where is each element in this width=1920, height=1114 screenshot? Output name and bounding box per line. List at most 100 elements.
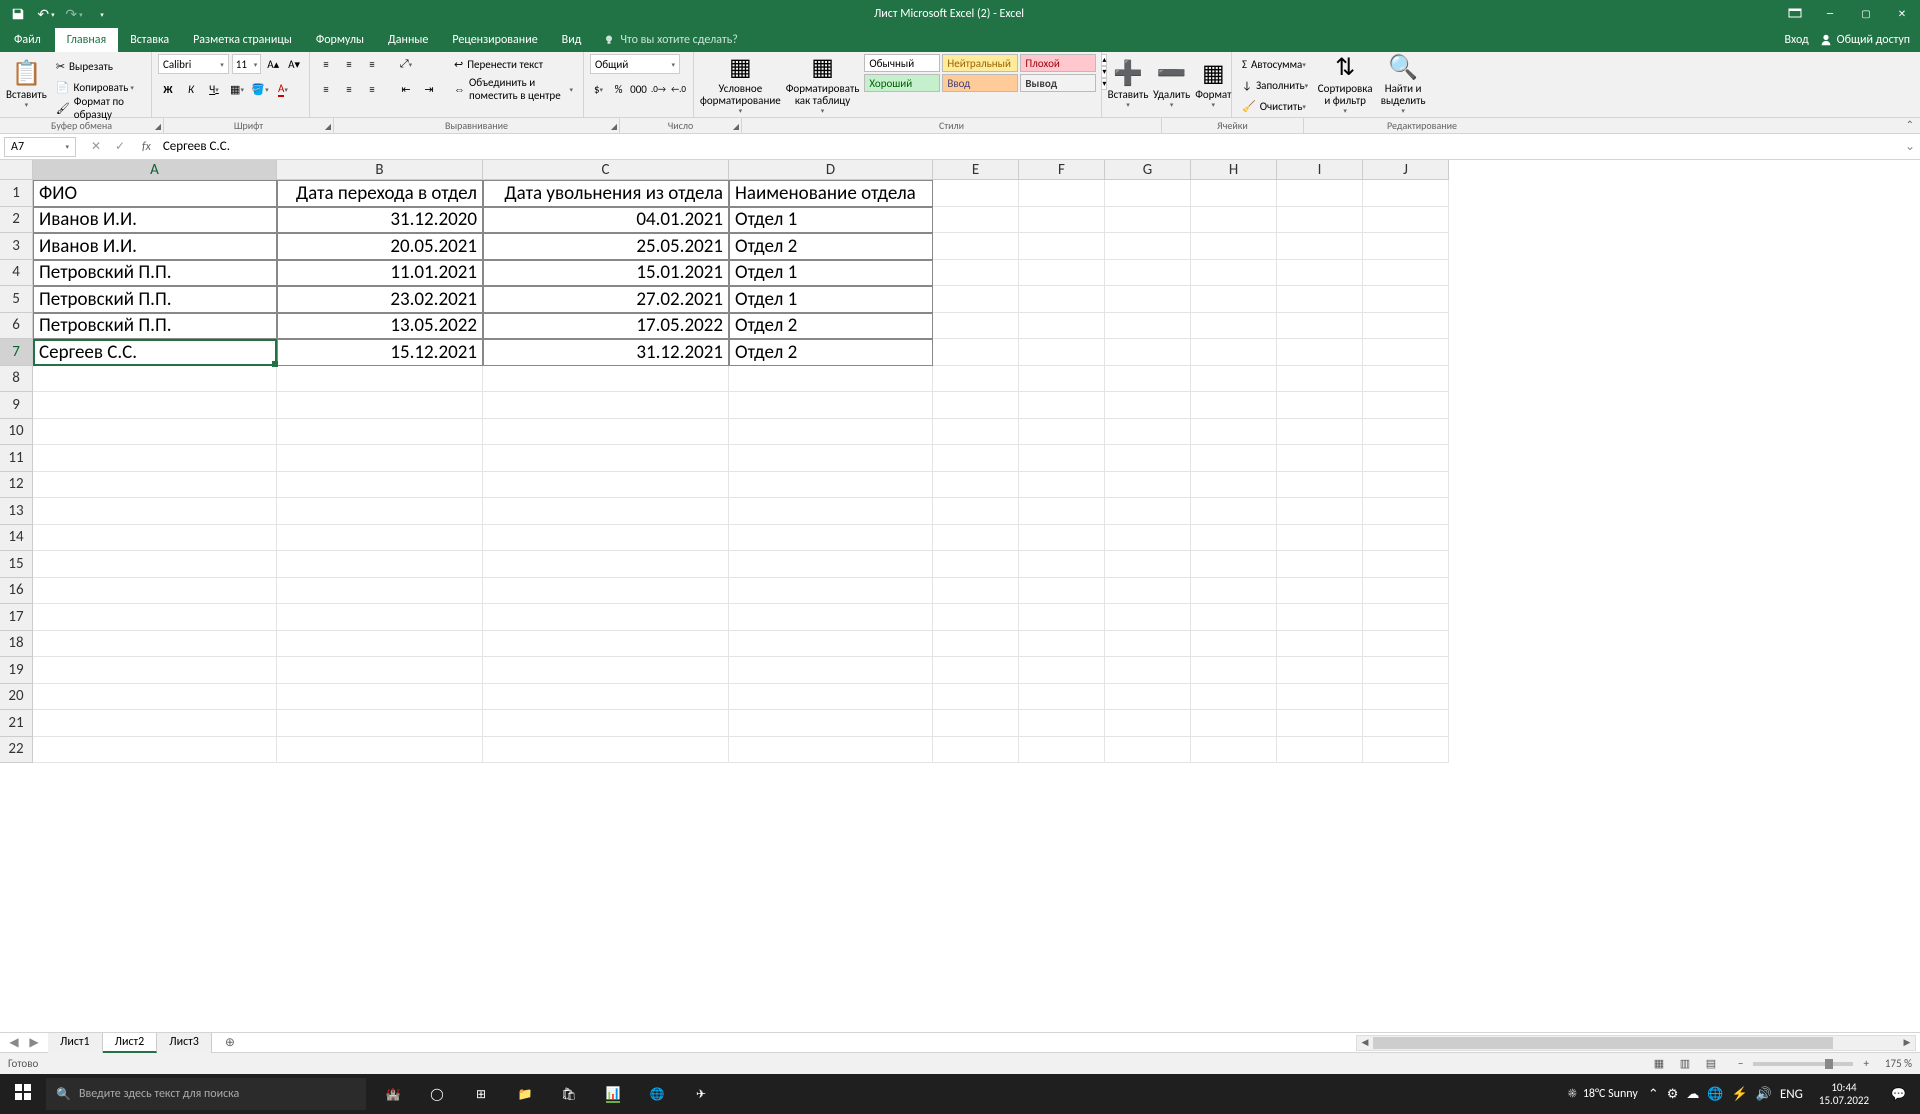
- cell[interactable]: [1019, 657, 1105, 684]
- cell[interactable]: ФИО: [33, 180, 277, 207]
- cell[interactable]: [483, 684, 729, 711]
- style-normal[interactable]: Обычный: [864, 54, 940, 72]
- cell[interactable]: [1277, 604, 1363, 631]
- tray-battery-icon[interactable]: ⚡: [1732, 1087, 1748, 1102]
- cell[interactable]: [933, 472, 1019, 499]
- cell[interactable]: [1191, 710, 1277, 737]
- style-input[interactable]: Ввод: [942, 74, 1018, 92]
- select-all-corner[interactable]: [0, 160, 33, 180]
- cell[interactable]: [483, 710, 729, 737]
- tray-onedrive-icon[interactable]: ☁: [1686, 1087, 1699, 1102]
- cell[interactable]: [33, 472, 277, 499]
- row-header[interactable]: 18: [0, 631, 33, 658]
- save-button[interactable]: [6, 2, 30, 26]
- system-tray[interactable]: ⌃ ⚙ ☁ 🌐 ⚡ 🔊 ENG: [1648, 1087, 1803, 1102]
- cell[interactable]: [1105, 207, 1191, 234]
- alignment-dialog[interactable]: ◢: [611, 122, 617, 132]
- view-normal-button[interactable]: ▦: [1646, 1055, 1672, 1073]
- cell[interactable]: [483, 419, 729, 446]
- cell[interactable]: [729, 578, 933, 605]
- cell[interactable]: [1277, 260, 1363, 287]
- column-header-I[interactable]: I: [1277, 160, 1363, 180]
- cell[interactable]: [483, 445, 729, 472]
- cell[interactable]: [1019, 207, 1105, 234]
- cell[interactable]: 13.05.2022: [277, 313, 483, 340]
- cell[interactable]: [483, 737, 729, 764]
- cell[interactable]: [933, 207, 1019, 234]
- tab-formulas[interactable]: Формулы: [304, 28, 376, 52]
- cell[interactable]: [729, 710, 933, 737]
- cell[interactable]: [1363, 737, 1449, 764]
- tab-insert[interactable]: Вставка: [118, 28, 181, 52]
- delete-cells-button[interactable]: ➖Удалить▾: [1153, 54, 1190, 116]
- cell[interactable]: [1191, 498, 1277, 525]
- cell[interactable]: [1105, 684, 1191, 711]
- cell[interactable]: [933, 657, 1019, 684]
- cell[interactable]: [1105, 604, 1191, 631]
- cell[interactable]: [933, 710, 1019, 737]
- taskbar-cortana-icon[interactable]: ◯: [416, 1074, 458, 1114]
- taskbar-explorer-icon[interactable]: 📁: [504, 1074, 546, 1114]
- cell[interactable]: [1191, 180, 1277, 207]
- cell[interactable]: [33, 498, 277, 525]
- cell[interactable]: [1019, 498, 1105, 525]
- row-header[interactable]: 11: [0, 445, 33, 472]
- add-sheet-button[interactable]: ⊕: [218, 1035, 242, 1050]
- cell[interactable]: [1363, 366, 1449, 393]
- redo-button[interactable]: ↷▾: [62, 2, 86, 26]
- cell[interactable]: [1277, 684, 1363, 711]
- cell[interactable]: [1277, 207, 1363, 234]
- view-page-layout-button[interactable]: ▥: [1672, 1055, 1698, 1073]
- cell[interactable]: [933, 684, 1019, 711]
- cell[interactable]: [1277, 339, 1363, 366]
- row-header[interactable]: 21: [0, 710, 33, 737]
- cell[interactable]: [1191, 419, 1277, 446]
- align-middle-button[interactable]: ≡: [339, 54, 359, 74]
- cell[interactable]: [1191, 392, 1277, 419]
- action-center-icon[interactable]: 💬: [1885, 1087, 1912, 1102]
- cell[interactable]: Сергеев С.С.: [33, 339, 277, 366]
- column-header-B[interactable]: B: [277, 160, 483, 180]
- cell[interactable]: [1277, 710, 1363, 737]
- cell[interactable]: [483, 551, 729, 578]
- format-painter-button[interactable]: 🖌 Формат по образцу: [52, 98, 145, 118]
- decrease-decimal-button[interactable]: ←.0: [670, 79, 687, 99]
- row-header[interactable]: 15: [0, 551, 33, 578]
- cell[interactable]: [1191, 286, 1277, 313]
- cell[interactable]: [1105, 631, 1191, 658]
- borders-button[interactable]: ▦▾: [227, 79, 247, 99]
- cell[interactable]: [33, 578, 277, 605]
- cell[interactable]: [729, 366, 933, 393]
- cell[interactable]: [1277, 737, 1363, 764]
- row-header[interactable]: 5: [0, 286, 33, 313]
- cell[interactable]: [277, 684, 483, 711]
- font-color-button[interactable]: A▾: [273, 79, 293, 99]
- cell[interactable]: Дата увольнения из отдела: [483, 180, 729, 207]
- cell[interactable]: [1019, 233, 1105, 260]
- clear-button[interactable]: 🧹 Очистить ▾: [1238, 96, 1312, 116]
- cell[interactable]: [933, 260, 1019, 287]
- row-header[interactable]: 2: [0, 207, 33, 234]
- cell[interactable]: [1191, 525, 1277, 552]
- tray-volume-icon[interactable]: 🔊: [1756, 1087, 1772, 1102]
- column-header-F[interactable]: F: [1019, 160, 1105, 180]
- cell[interactable]: [1105, 710, 1191, 737]
- zoom-level[interactable]: 175 %: [1885, 1057, 1912, 1070]
- cell[interactable]: [1363, 657, 1449, 684]
- cell[interactable]: [33, 631, 277, 658]
- cell[interactable]: [1277, 419, 1363, 446]
- font-selector[interactable]: Calibri▾: [158, 54, 229, 74]
- decrease-font-button[interactable]: A▾: [285, 54, 303, 74]
- cell[interactable]: [1105, 366, 1191, 393]
- number-dialog[interactable]: ◢: [733, 122, 739, 132]
- row-header[interactable]: 17: [0, 604, 33, 631]
- row-header[interactable]: 3: [0, 233, 33, 260]
- column-header-J[interactable]: J: [1363, 160, 1449, 180]
- tab-review[interactable]: Рецензирование: [440, 28, 549, 52]
- align-bottom-button[interactable]: ≡: [362, 54, 382, 74]
- cell[interactable]: [277, 366, 483, 393]
- cell[interactable]: [729, 498, 933, 525]
- cell[interactable]: [1363, 180, 1449, 207]
- merge-button[interactable]: ⇔ Объединить и поместить в центре ▾: [450, 79, 577, 99]
- find-select-button[interactable]: 🔍Найти и выделить▾: [1378, 54, 1428, 116]
